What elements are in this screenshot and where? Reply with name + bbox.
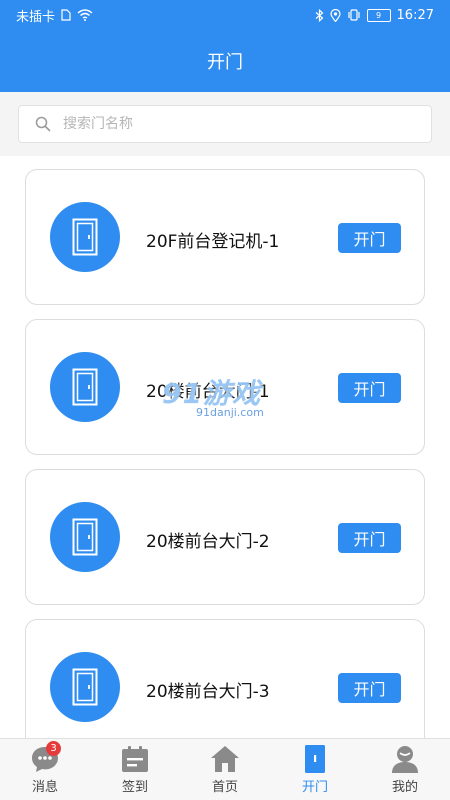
status-right: 9 16:27 xyxy=(315,8,434,23)
door-name: 20楼前台大门-3 xyxy=(146,682,270,702)
tab-label: 开门 xyxy=(301,780,328,795)
open-door-button[interactable]: 开门 xyxy=(338,523,401,553)
unread-badge: 3 xyxy=(46,741,61,756)
door-card[interactable]: 20楼前台大门-2 开门 xyxy=(25,469,425,605)
bottom-tab-bar: 3 消息 签到 首页 开门 我的 xyxy=(0,738,450,800)
door-icon xyxy=(72,218,98,256)
open-door-button[interactable]: 开门 xyxy=(338,223,401,253)
battery-icon: 9 xyxy=(366,8,391,22)
door-avatar xyxy=(50,202,120,272)
door-avatar xyxy=(50,502,120,572)
door-name: 20楼前台大门-1 xyxy=(146,382,270,402)
tab-label: 签到 xyxy=(121,780,148,795)
door-list: 20F前台登记机-1 开门 20楼前台大门-1 开门 20楼前台大门-2 开门 xyxy=(0,156,450,738)
door-card[interactable]: 20楼前台大门-1 开门 xyxy=(25,319,425,455)
profile-icon xyxy=(392,746,418,773)
door-icon xyxy=(72,518,98,556)
search-box[interactable] xyxy=(18,105,432,143)
door-icon xyxy=(305,745,325,773)
open-door-button[interactable]: 开门 xyxy=(338,673,401,703)
home-icon xyxy=(211,746,239,772)
door-name: 20楼前台大门-2 xyxy=(146,532,270,552)
location-icon xyxy=(329,8,341,22)
clock-text: 16:27 xyxy=(396,7,434,23)
vibrate-icon xyxy=(347,9,360,21)
status-left: 未插卡 xyxy=(16,6,93,25)
app-header: 开门 xyxy=(0,30,450,92)
open-door-button[interactable]: 开门 xyxy=(338,373,401,403)
carrier-text: 未插卡 xyxy=(16,9,56,25)
tab-label: 首页 xyxy=(211,780,238,795)
tab-label: 消息 xyxy=(31,780,58,795)
sim-icon xyxy=(61,9,71,21)
tab-checkin[interactable]: 签到 xyxy=(90,739,180,800)
door-icon xyxy=(72,368,98,406)
search-input[interactable] xyxy=(61,115,405,133)
door-card[interactable]: 20F前台登记机-1 开门 xyxy=(25,169,425,305)
door-avatar xyxy=(50,352,120,422)
door-card[interactable]: 20楼前台大门-3 开门 xyxy=(25,619,425,738)
tab-home[interactable]: 首页 xyxy=(180,739,270,800)
status-bar: 未插卡 9 16:27 xyxy=(0,0,450,30)
search-icon xyxy=(35,116,51,132)
wifi-icon xyxy=(77,9,93,21)
tab-profile[interactable]: 我的 xyxy=(360,739,450,800)
door-icon xyxy=(72,668,98,706)
door-avatar xyxy=(50,652,120,722)
tab-label: 我的 xyxy=(391,780,418,795)
door-name: 20F前台登记机-1 xyxy=(146,232,280,252)
calendar-icon xyxy=(122,746,148,772)
bluetooth-icon xyxy=(315,8,323,22)
page-title: 开门 xyxy=(207,52,243,73)
tab-messages[interactable]: 3 消息 xyxy=(0,739,90,800)
search-area xyxy=(0,92,450,156)
tab-open-door[interactable]: 开门 xyxy=(270,739,360,800)
